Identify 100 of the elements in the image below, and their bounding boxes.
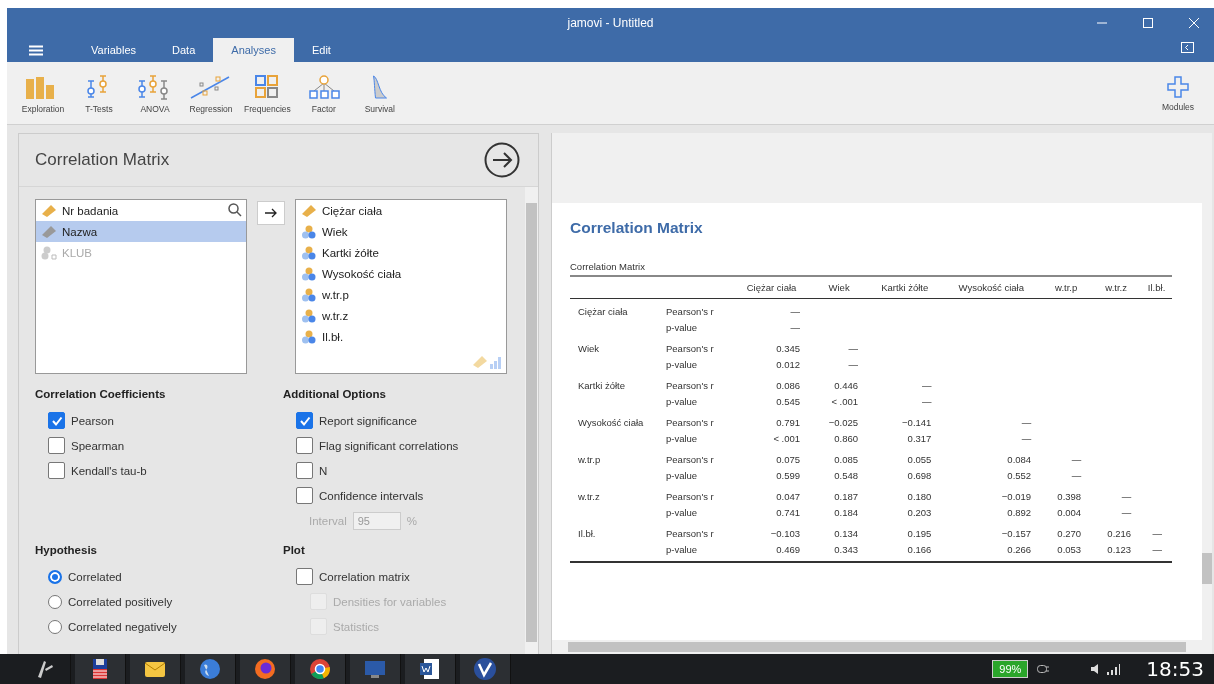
tab[interactable]: Variables [73, 38, 155, 62]
browser-icon[interactable] [307, 657, 333, 681]
ribbon-button[interactable]: Factor [295, 72, 352, 114]
table-cell: 0.134 [834, 527, 859, 539]
radio-button[interactable] [48, 619, 62, 634]
circles-icon [301, 287, 317, 302]
section-heading: Correlation Coefficients [35, 388, 167, 400]
stat-label: Pearson's r [666, 490, 714, 502]
table-cell: — [1121, 490, 1132, 502]
tab[interactable]: Analyses [213, 38, 294, 62]
option-label: Pearson [71, 414, 114, 427]
variable-item[interactable]: Wiek [296, 221, 506, 242]
app-icon[interactable] [472, 657, 498, 681]
ruler-icon [301, 203, 317, 218]
stat-label: Pearson's r [666, 527, 714, 539]
curve-icon [371, 72, 388, 101]
variable-item[interactable]: Nr badania [36, 200, 246, 221]
interval-label: Interval [309, 515, 347, 527]
globe-icon[interactable] [197, 657, 223, 681]
table-cell: — [1121, 506, 1132, 518]
table-cell: 0.195 [907, 527, 932, 539]
radio-button[interactable] [48, 594, 62, 609]
close-icon[interactable] [1188, 17, 1200, 29]
clock[interactable]: 18:53 [1146, 657, 1204, 681]
checkbox[interactable] [48, 462, 65, 479]
variable-item[interactable]: Wysokość ciała [296, 263, 506, 284]
table-cell: 0.085 [834, 453, 859, 465]
table-cell: 0.741 [776, 506, 801, 518]
table-cell: 0.086 [776, 379, 801, 391]
search-icon[interactable] [228, 203, 242, 217]
table-cell: 0.552 [1007, 469, 1032, 481]
variable-item[interactable]: Ciężar ciała [296, 200, 506, 221]
ribbon-button[interactable]: T-Tests [71, 72, 127, 114]
panel-icon[interactable] [1181, 42, 1194, 53]
signal-icon[interactable] [1106, 663, 1121, 675]
row-label: w.tr.p [578, 453, 601, 465]
table-cell: 0.184 [834, 506, 859, 518]
variable-item[interactable]: Nazwa [36, 221, 246, 242]
checkbox[interactable] [296, 462, 313, 479]
table-caption: Correlation Matrix [570, 261, 646, 272]
ribbon-button[interactable]: Frequencies [239, 72, 296, 114]
table-cell: 0.860 [834, 432, 859, 444]
option-label: Statistics [333, 620, 379, 633]
radio-button[interactable] [48, 569, 62, 584]
scrollbar[interactable] [552, 640, 1202, 654]
table-cell: — [1021, 432, 1032, 444]
arrow-circle-icon[interactable] [484, 142, 520, 178]
checkbox[interactable] [48, 437, 65, 454]
window-title: jamovi - Untitled [567, 16, 654, 30]
scrollbar[interactable] [1202, 133, 1212, 654]
plug-icon[interactable] [1036, 663, 1051, 675]
stat-label: p-value [666, 506, 698, 518]
table-cell: 0.317 [907, 432, 932, 444]
table-cell: 0.599 [776, 469, 801, 481]
checkbox[interactable] [296, 568, 313, 585]
stat-label: Pearson's r [666, 305, 714, 317]
variable-item[interactable]: w.tr.z [296, 305, 506, 326]
checkbox[interactable] [296, 412, 313, 429]
table-cell: 0.053 [1057, 543, 1082, 555]
table-cell: 0.055 [907, 453, 932, 465]
variable-item[interactable]: w.tr.p [296, 284, 506, 305]
modules-button[interactable]: Modules [1150, 74, 1206, 112]
tab[interactable]: Data [154, 38, 214, 62]
tab[interactable]: Edit [293, 38, 349, 62]
row-label: Kartki żółte [578, 379, 625, 391]
checkbox[interactable] [296, 437, 313, 454]
move-button[interactable] [257, 201, 285, 225]
results-heading: Correlation Matrix [570, 219, 704, 237]
stat-label: p-value [666, 321, 698, 333]
checkbox[interactable] [48, 412, 65, 429]
variable-item[interactable]: Il.bł. [296, 326, 506, 347]
table-cell: 0.012 [776, 358, 801, 370]
column-header: w.tr.p [1055, 282, 1078, 293]
scrollbar[interactable] [525, 187, 538, 654]
table-cell: < .001 [831, 395, 859, 407]
table-cell: — [848, 358, 859, 370]
table-cell: −0.141 [902, 416, 932, 428]
table-cell: — [1152, 543, 1162, 555]
ribbon-button[interactable]: Survival [351, 72, 408, 114]
circles-icon [301, 329, 317, 344]
table-cell: 0.698 [907, 469, 932, 481]
table-cell: 0.343 [834, 543, 859, 555]
menu-icon[interactable] [29, 45, 43, 56]
maximize-icon[interactable] [1142, 17, 1154, 29]
option-label: Correlated negatively [68, 620, 177, 633]
table-cell: −0.019 [1001, 490, 1032, 502]
ribbon-button[interactable]: Regression [183, 72, 239, 114]
stat-label: p-value [666, 395, 698, 407]
stat-label: p-value [666, 469, 698, 481]
table-cell: 0.216 [1107, 527, 1132, 539]
ribbon-button[interactable]: Exploration [15, 72, 71, 114]
column-header: Wiek [828, 282, 850, 293]
row-label: w.tr.z [578, 490, 600, 502]
checkbox[interactable] [296, 487, 313, 504]
variable-item[interactable]: Kartki żółte [296, 242, 506, 263]
column-header: Il.bł. [1147, 282, 1166, 293]
ribbon-button[interactable]: ANOVA [127, 72, 183, 114]
table-cell: 0.166 [907, 543, 932, 555]
stat-label: p-value [666, 543, 698, 555]
circles-icon [301, 245, 317, 260]
